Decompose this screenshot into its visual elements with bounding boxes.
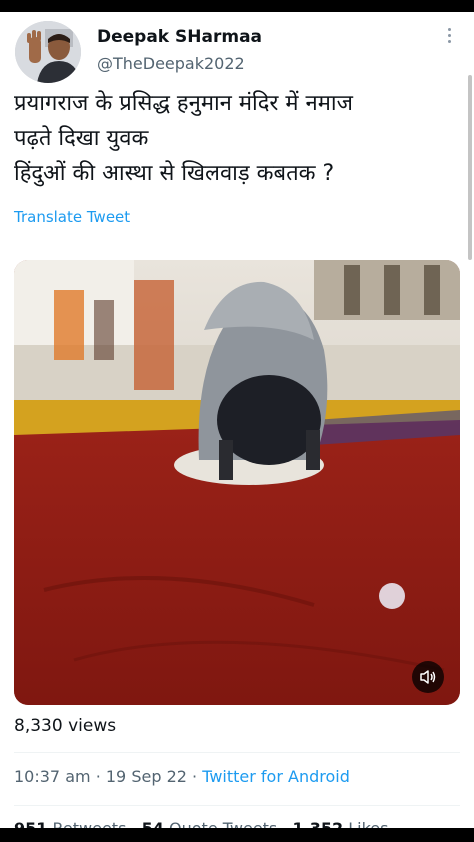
view-count: 8,330 views (14, 716, 117, 736)
author-handle[interactable]: @TheDeepak2022 (97, 54, 245, 73)
author-name[interactable]: Deepak SHarmaa (97, 27, 262, 47)
tweet-time: 10:37 am (14, 767, 91, 786)
translate-tweet-link[interactable]: Translate Tweet (14, 208, 130, 226)
tweet-text: प्रयागराज के प्रसिद्ध हनुमान मंदिर में न… (14, 86, 460, 191)
navigation-bar (0, 828, 474, 842)
divider (14, 805, 460, 806)
video-player[interactable] (14, 260, 460, 705)
more-options-icon[interactable] (444, 28, 454, 46)
video-frame (14, 260, 460, 705)
speaker-muted-icon[interactable] (412, 661, 444, 693)
status-bar (0, 0, 474, 12)
tweet-source[interactable]: Twitter for Android (202, 767, 350, 786)
meta-separator: · (192, 767, 198, 786)
tweet-line: प्रयागराज के प्रसिद्ध हनुमान मंदिर में न… (14, 91, 353, 116)
meta-separator: · (95, 767, 101, 786)
scrollbar[interactable] (468, 75, 472, 260)
tweet-date[interactable]: 19 Sep 22 (106, 767, 187, 786)
tweet-line: पढ़ते दिखा युवक (14, 126, 149, 151)
tweet-line: हिंदुओं की आस्था से खिलवाड़ कबतक ? (14, 161, 335, 186)
avatar-photo (15, 21, 81, 83)
avatar[interactable] (15, 21, 81, 83)
divider (14, 752, 460, 753)
tweet-meta: 10:37 am · 19 Sep 22 · Twitter for Andro… (14, 767, 350, 786)
